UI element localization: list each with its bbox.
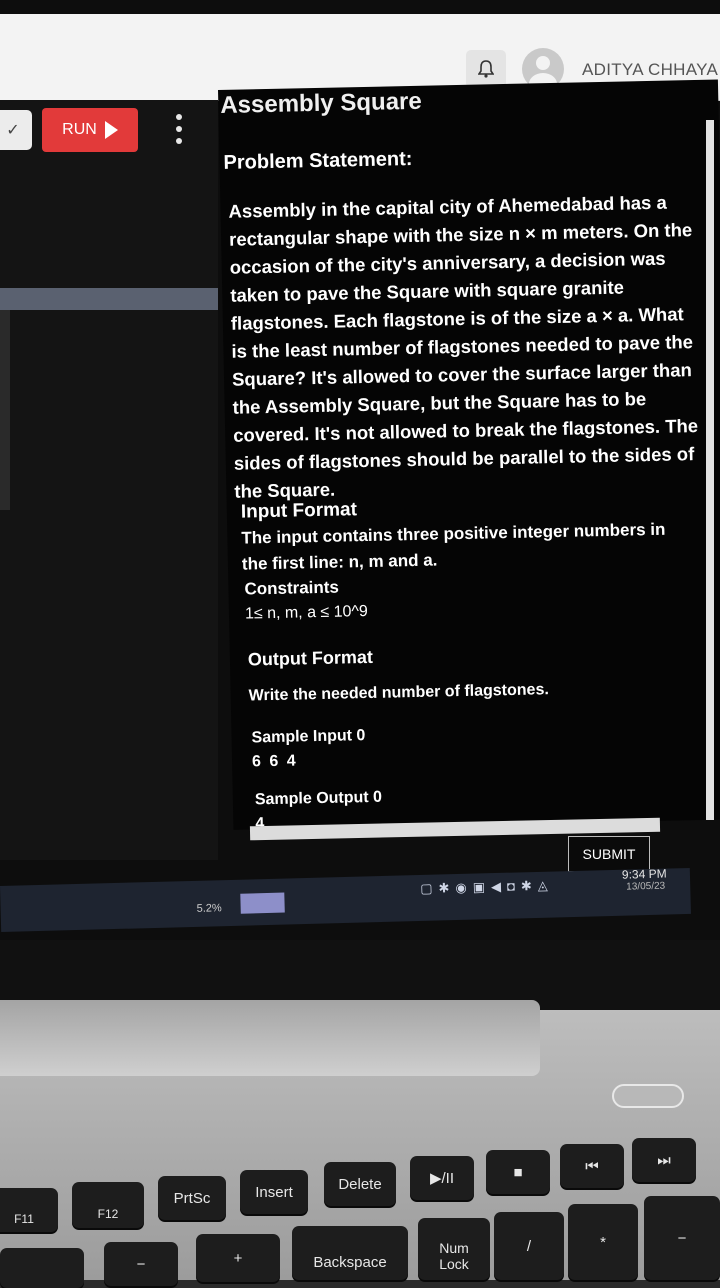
key-minus[interactable]: − [104, 1242, 178, 1286]
key-next[interactable]: ⏭ [632, 1138, 696, 1182]
editor-gutter [0, 310, 10, 510]
output-format-text: Write the needed number of flagstones. [248, 681, 549, 705]
problem-title: Assembly Square [220, 87, 422, 119]
problem-description: Assembly in the capital city of Ahemedab… [228, 191, 699, 502]
sample-output-heading: Sample Output 0 [254, 788, 383, 809]
play-icon [104, 121, 118, 139]
problem-panel: Assembly Square Problem Statement: Assem… [218, 79, 720, 832]
key-bracket[interactable] [0, 1248, 84, 1288]
check-icon[interactable]: ✓ [0, 110, 32, 150]
key-delete[interactable]: Delete [324, 1162, 396, 1206]
clock-date[interactable]: 13/05/23 [626, 881, 665, 893]
panel-divider[interactable] [0, 288, 218, 310]
vertical-scrollbar[interactable] [706, 120, 714, 820]
constraints-heading: Constraints [244, 577, 340, 599]
taskbar-app[interactable] [240, 892, 285, 914]
problem-statement-heading: Problem Statement: [223, 147, 413, 174]
key-numlock[interactable]: Num Lock [418, 1218, 490, 1280]
run-button[interactable]: RUN [42, 108, 138, 152]
key-numpad-minus[interactable]: − [644, 1196, 720, 1280]
username[interactable]: ADITYA CHHAYA [582, 60, 718, 80]
input-format-text: The input contains three positive intege… [241, 519, 666, 574]
key-f11[interactable]: F11 [0, 1188, 58, 1232]
key-insert[interactable]: Insert [240, 1170, 308, 1214]
key-f12[interactable]: F12 [72, 1182, 144, 1228]
key-backspace[interactable]: Backspace [292, 1226, 408, 1280]
key-slash[interactable]: / [494, 1212, 564, 1280]
tray-icons[interactable]: ▢✱◉▣◀◘✱◬ [420, 878, 554, 897]
more-options-icon[interactable] [174, 114, 184, 144]
key-star[interactable]: * [568, 1204, 638, 1280]
key-play-pause[interactable]: ▶/II [410, 1156, 474, 1200]
key-prev[interactable]: ⏮ [560, 1144, 624, 1188]
sample-input-value: 6 6 4 [251, 752, 298, 771]
code-editor-panel[interactable]: ✓ RUN [0, 100, 218, 860]
output-format-heading: Output Format [247, 646, 374, 670]
key-plus[interactable]: + [196, 1234, 280, 1282]
bell-icon[interactable] [466, 50, 506, 88]
key-prtsc[interactable]: PrtSc [158, 1176, 226, 1220]
run-label: RUN [62, 121, 97, 138]
constraints-text: 1≤ n, m, a ≤ 10^9 [244, 602, 369, 623]
input-format-heading: Input Format [240, 499, 358, 523]
sample-input-heading: Sample Input 0 [251, 727, 366, 747]
laptop-hinge [0, 1000, 540, 1076]
power-button[interactable] [612, 1084, 684, 1108]
cpu-usage: 5.2% [196, 902, 222, 915]
key-stop[interactable]: ■ [486, 1150, 550, 1194]
clock-time[interactable]: 9:34 PM [622, 867, 667, 882]
